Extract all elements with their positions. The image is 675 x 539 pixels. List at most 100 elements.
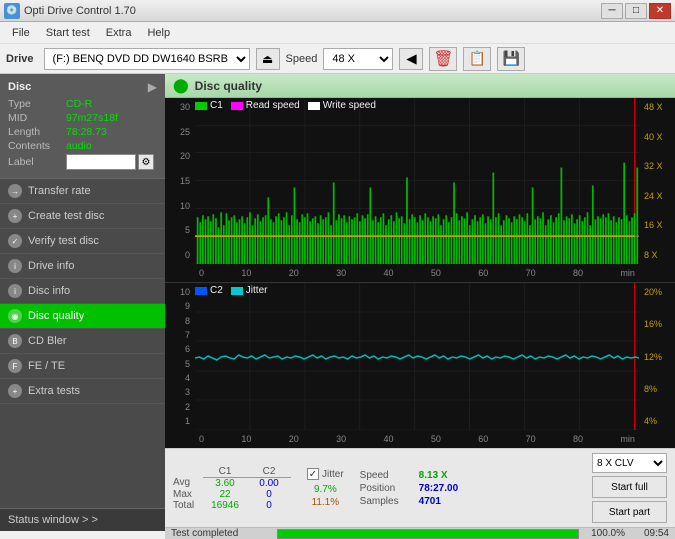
- c1-legend-color: [195, 102, 207, 110]
- menu-file[interactable]: File: [4, 25, 38, 41]
- verify-test-disc-icon: ✓: [8, 234, 22, 248]
- stats-total-c1: 16946: [203, 500, 247, 511]
- eject-button[interactable]: ⏏: [256, 48, 280, 70]
- quality-title: Disc quality: [195, 79, 262, 93]
- sidebar-item-fe-te-label: FE / TE: [28, 360, 65, 372]
- chart1-svg: [195, 98, 639, 264]
- menu-start-test[interactable]: Start test: [38, 25, 98, 41]
- disc-panel-arrow[interactable]: ▶: [148, 80, 157, 94]
- quality-icon: ⬤: [173, 77, 189, 94]
- sidebar-item-cd-bler-label: CD Bler: [28, 335, 67, 347]
- start-full-button[interactable]: Start full: [592, 476, 667, 498]
- sidebar-item-disc-quality-label: Disc quality: [28, 310, 84, 322]
- stats-max-c1: 22: [203, 489, 247, 500]
- samples-label: Samples: [360, 496, 415, 507]
- sidebar-item-verify-test-disc[interactable]: ✓ Verify test disc: [0, 229, 165, 254]
- close-button[interactable]: ✕: [649, 3, 671, 19]
- menu-help[interactable]: Help: [139, 25, 178, 41]
- chart1-y-axis-right: 48 X 40 X 32 X 24 X 16 X 8 X: [639, 98, 675, 264]
- stats-avg-c1: 3.60: [203, 477, 247, 489]
- drive-bar: Drive (F:) BENQ DVD DD DW1640 BSRB ⏏ Spe…: [0, 44, 675, 74]
- sidebar-item-create-test-disc[interactable]: + Create test disc: [0, 204, 165, 229]
- stats-c1-header: C1: [203, 466, 247, 478]
- main-content: Disc ▶ Type CD-R MID 97m27s18f Length 78…: [0, 74, 675, 531]
- jitter-checkbox[interactable]: ✓: [307, 468, 319, 480]
- speed-select[interactable]: 48 X40 X32 X24 X: [323, 48, 393, 70]
- menu-bar: File Start test Extra Help: [0, 22, 675, 44]
- jitter-legend-label: Jitter: [246, 285, 268, 296]
- stats-total-label: Total: [173, 500, 203, 511]
- sidebar-item-fe-te[interactable]: F FE / TE: [0, 354, 165, 379]
- stats-c2-header: C2: [247, 466, 291, 478]
- menu-extra[interactable]: Extra: [98, 25, 140, 41]
- chart2-x-axis: 0 10 20 30 40 50 60 70 80 min: [195, 430, 639, 448]
- sidebar: Disc ▶ Type CD-R MID 97m27s18f Length 78…: [0, 74, 165, 531]
- sidebar-item-extra-tests[interactable]: + Extra tests: [0, 379, 165, 404]
- write-speed-legend-label: Write speed: [323, 100, 376, 111]
- speed-info: Speed 8.13 X Position 78:27.00 Samples 4…: [360, 470, 458, 507]
- stats-table: C1 C2 Avg 3.60 0.00 Max 22 0 Total 16946…: [173, 466, 291, 511]
- sidebar-item-drive-info[interactable]: i Drive info: [0, 254, 165, 279]
- write-speed-legend-color: [308, 102, 320, 110]
- progress-percent: 100.0%: [585, 528, 625, 539]
- start-part-button[interactable]: Start part: [592, 501, 667, 523]
- status-text: Test completed: [171, 528, 271, 539]
- stats-avg-label: Avg: [173, 477, 203, 489]
- progress-bar-container: Test completed 100.0% 09:54: [165, 527, 675, 539]
- erase-button[interactable]: 🗑: [429, 47, 457, 71]
- save-button[interactable]: 💾: [497, 47, 525, 71]
- disc-length-value: 78:28.73: [66, 126, 107, 138]
- chart2-y-axis: 10 9 8 7 6 5 4 3 2 1: [165, 283, 195, 430]
- drive-select[interactable]: (F:) BENQ DVD DD DW1640 BSRB: [44, 48, 250, 70]
- copy-button[interactable]: 📋: [463, 47, 491, 71]
- sidebar-item-transfer-rate[interactable]: → Transfer rate: [0, 179, 165, 204]
- nav-button[interactable]: ◀: [399, 48, 423, 70]
- sidebar-item-disc-info-label: Disc info: [28, 285, 70, 297]
- chart2: C2 Jitter 10 9 8 7 6 5 4 3 2: [165, 283, 675, 448]
- disc-mid-label: MID: [8, 112, 66, 124]
- sidebar-item-disc-info[interactable]: i Disc info: [0, 279, 165, 304]
- transfer-rate-icon: →: [8, 184, 22, 198]
- drive-label: Drive: [6, 53, 34, 65]
- c2-legend-color: [195, 287, 207, 295]
- title-bar: 💿 Opti Drive Control 1.70 ─ □ ✕: [0, 0, 675, 22]
- read-speed-legend-label: Read speed: [246, 100, 300, 111]
- stats-avg-c2: 0.00: [247, 477, 291, 489]
- stats-max-label: Max: [173, 489, 203, 500]
- c2-legend-label: C2: [210, 285, 223, 296]
- stats-total-c2: 0: [247, 500, 291, 511]
- speed-value: 8.13 X: [419, 470, 448, 481]
- chart1: C1 Read speed Write speed 30 25 20 1: [165, 98, 675, 283]
- extra-tests-icon: +: [8, 384, 22, 398]
- charts-area: C1 Read speed Write speed 30 25 20 1: [165, 98, 675, 448]
- disc-contents-value: audio: [66, 140, 92, 152]
- disc-label-btn[interactable]: ⚙: [138, 154, 154, 170]
- speed-label: Speed: [286, 53, 318, 65]
- sidebar-item-cd-bler[interactable]: B CD Bler: [0, 329, 165, 354]
- disc-length-label: Length: [8, 126, 66, 138]
- stats-empty-header: [173, 466, 203, 478]
- chart1-y-axis: 30 25 20 15 10 5 0: [165, 98, 195, 264]
- status-window-button[interactable]: Status window > >: [0, 508, 165, 531]
- maximize-button[interactable]: □: [625, 3, 647, 19]
- disc-label-input[interactable]: [66, 154, 136, 170]
- fe-te-icon: F: [8, 359, 22, 373]
- cd-bler-icon: B: [8, 334, 22, 348]
- stats-bar: C1 C2 Avg 3.60 0.00 Max 22 0 Total 16946…: [165, 448, 675, 527]
- app-title: Opti Drive Control 1.70: [24, 5, 136, 17]
- jitter-max-val: 11.1%: [307, 497, 344, 508]
- position-label: Position: [360, 483, 415, 494]
- quality-header: ⬤ Disc quality: [165, 74, 675, 98]
- chart2-canvas: [195, 283, 639, 430]
- position-value: 78:27.00: [419, 483, 458, 494]
- speed-combo-select[interactable]: 8 X CLV 16 X CLV 24 X CLV 48 X CLV: [592, 453, 667, 473]
- disc-quality-icon: ◉: [8, 309, 22, 323]
- sidebar-item-create-test-disc-label: Create test disc: [28, 210, 104, 222]
- action-area: 8 X CLV 16 X CLV 24 X CLV 48 X CLV Start…: [592, 453, 667, 523]
- sidebar-item-verify-test-disc-label: Verify test disc: [28, 235, 99, 247]
- minimize-button[interactable]: ─: [601, 3, 623, 19]
- sidebar-item-disc-quality[interactable]: ◉ Disc quality: [0, 304, 165, 329]
- create-test-disc-icon: +: [8, 209, 22, 223]
- disc-type-value: CD-R: [66, 98, 92, 110]
- chart1-canvas: [195, 98, 639, 264]
